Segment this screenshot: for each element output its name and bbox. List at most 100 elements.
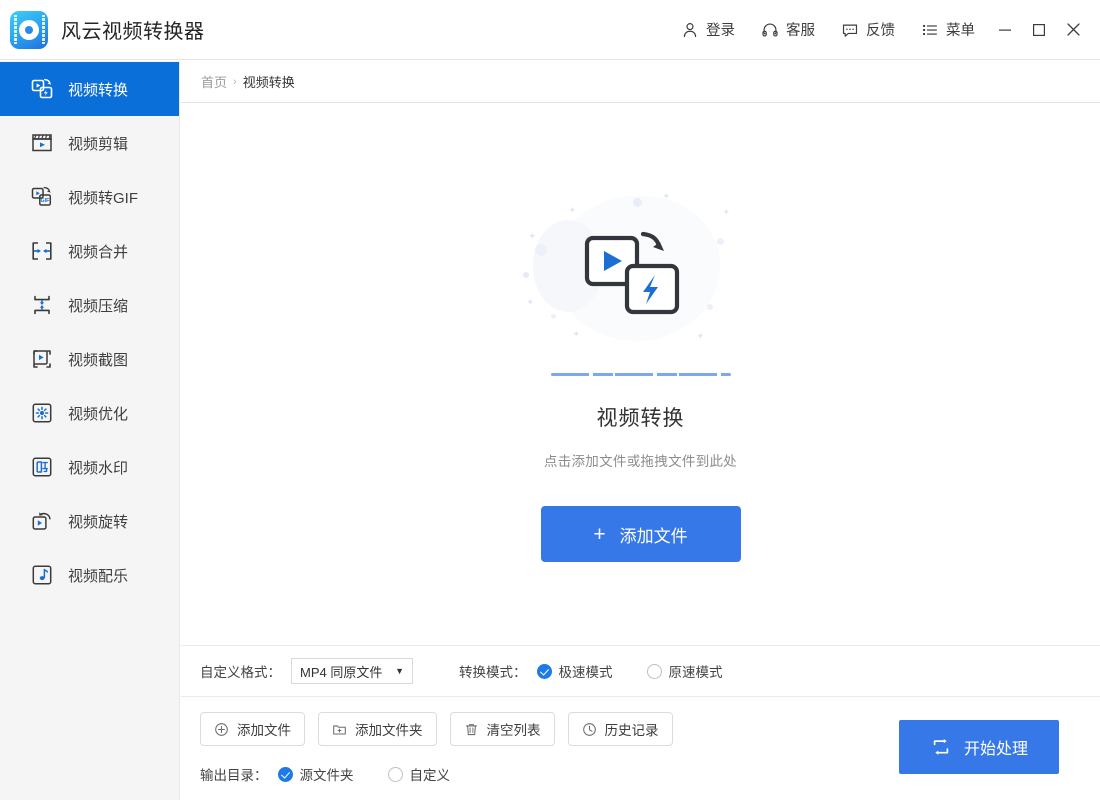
menu-label: 菜单 bbox=[946, 19, 975, 40]
headset-icon bbox=[761, 21, 779, 39]
app-window: 风云视频转换器 登录 客服 bbox=[0, 0, 1100, 800]
video-convert-illustration-icon: ✦ ✦ ✦ ✦ ✦ ✦ ✦ bbox=[511, 186, 771, 366]
format-select-value: MP4 同原文件 bbox=[300, 662, 382, 681]
video-to-gif-icon: GIF bbox=[30, 185, 54, 209]
sidebar-item-label: 视频合并 bbox=[68, 241, 128, 262]
sidebar-item-label: 视频转GIF bbox=[68, 187, 138, 208]
format-row: 自定义格式： MP4 同原文件 ▼ 转换模式： 极速模式 原速模式 bbox=[181, 645, 1100, 697]
radio-checked-icon bbox=[278, 767, 293, 782]
file-drop-area[interactable]: ✦ ✦ ✦ ✦ ✦ ✦ ✦ 视频转换 点击添加文件或拖拽文件到此处 + 添加文件 bbox=[181, 104, 1100, 644]
convert-cards-icon bbox=[581, 226, 701, 326]
sidebar-item-label: 视频水印 bbox=[68, 457, 128, 478]
sidebar: 视频转换 视频剪辑 GIF 视频转GIF bbox=[0, 61, 180, 800]
radio-unchecked-icon bbox=[647, 664, 662, 679]
video-watermark-icon bbox=[30, 455, 54, 479]
format-select[interactable]: MP4 同原文件 ▼ bbox=[291, 658, 413, 684]
video-clip-icon bbox=[30, 131, 54, 155]
support-label: 客服 bbox=[786, 19, 815, 40]
loop-arrows-icon bbox=[930, 736, 952, 758]
video-rotate-icon bbox=[30, 509, 54, 533]
sidebar-item-video-to-gif[interactable]: GIF 视频转GIF bbox=[0, 170, 179, 224]
list-menu-icon bbox=[921, 21, 939, 39]
bottom-bar: 添加文件 添加文件夹 清空列表 bbox=[181, 698, 1100, 800]
mode-radio-normal-label: 原速模式 bbox=[669, 661, 723, 681]
start-processing-label: 开始处理 bbox=[964, 735, 1028, 759]
sidebar-item-label: 视频截图 bbox=[68, 349, 128, 370]
chevron-down-icon: ▼ bbox=[395, 666, 404, 676]
add-file-primary-button[interactable]: + 添加文件 bbox=[541, 506, 741, 562]
drop-subtitle: 点击添加文件或拖拽文件到此处 bbox=[544, 450, 737, 470]
breadcrumb-current: 视频转换 bbox=[243, 72, 295, 91]
feedback-button[interactable]: 反馈 bbox=[828, 0, 908, 60]
history-button-label: 历史记录 bbox=[605, 719, 659, 739]
video-music-icon bbox=[30, 563, 54, 587]
sidebar-item-label: 视频剪辑 bbox=[68, 133, 128, 154]
plus-icon: + bbox=[593, 524, 605, 545]
titlebar-actions: 登录 客服 反馈 bbox=[668, 0, 1100, 60]
output-radio-custom[interactable]: 自定义 bbox=[388, 764, 451, 784]
add-file-button[interactable]: 添加文件 bbox=[200, 712, 305, 746]
title-bar: 风云视频转换器 登录 客服 bbox=[0, 0, 1100, 60]
close-button[interactable] bbox=[1056, 0, 1090, 60]
support-button[interactable]: 客服 bbox=[748, 0, 828, 60]
mode-label: 转换模式： bbox=[459, 661, 527, 681]
drop-title: 视频转换 bbox=[597, 402, 685, 432]
add-folder-button[interactable]: 添加文件夹 bbox=[318, 712, 437, 746]
sidebar-item-video-clip[interactable]: 视频剪辑 bbox=[0, 116, 179, 170]
minimize-icon bbox=[997, 22, 1013, 38]
add-folder-button-label: 添加文件夹 bbox=[355, 719, 423, 739]
breadcrumb: 首页 › 视频转换 bbox=[181, 61, 1100, 103]
video-compress-icon bbox=[30, 293, 54, 317]
clock-icon bbox=[582, 722, 597, 737]
output-radio-source-folder[interactable]: 源文件夹 bbox=[278, 764, 354, 784]
history-button[interactable]: 历史记录 bbox=[568, 712, 673, 746]
breadcrumb-home[interactable]: 首页 bbox=[201, 72, 227, 91]
menu-button[interactable]: 菜单 bbox=[908, 0, 988, 60]
film-disc-logo-icon bbox=[10, 11, 48, 49]
start-processing-button[interactable]: 开始处理 bbox=[899, 720, 1059, 774]
sidebar-item-label: 视频压缩 bbox=[68, 295, 128, 316]
sidebar-item-video-compress[interactable]: 视频压缩 bbox=[0, 278, 179, 332]
sidebar-item-video-music[interactable]: 视频配乐 bbox=[0, 548, 179, 602]
trash-icon bbox=[464, 722, 479, 737]
sidebar-item-label: 视频转换 bbox=[68, 79, 128, 100]
radio-checked-icon bbox=[537, 664, 552, 679]
maximize-icon bbox=[1031, 22, 1047, 38]
mode-radio-normal[interactable]: 原速模式 bbox=[647, 661, 723, 681]
sidebar-item-video-merge[interactable]: 视频合并 bbox=[0, 224, 179, 278]
plus-circle-icon bbox=[214, 722, 229, 737]
app-title: 风云视频转换器 bbox=[61, 15, 205, 44]
breadcrumb-separator-icon: › bbox=[233, 76, 237, 88]
video-merge-icon bbox=[30, 239, 54, 263]
sidebar-item-label: 视频配乐 bbox=[68, 565, 128, 586]
output-radio-custom-label: 自定义 bbox=[410, 764, 451, 784]
video-screenshot-icon bbox=[30, 347, 54, 371]
mode-radio-fast[interactable]: 极速模式 bbox=[537, 661, 613, 681]
login-button[interactable]: 登录 bbox=[668, 0, 748, 60]
clear-list-button-label: 清空列表 bbox=[487, 719, 541, 739]
sidebar-item-video-rotate[interactable]: 视频旋转 bbox=[0, 494, 179, 548]
radio-unchecked-icon bbox=[388, 767, 403, 782]
sidebar-item-video-watermark[interactable]: 视频水印 bbox=[0, 440, 179, 494]
sidebar-item-label: 视频优化 bbox=[68, 403, 128, 424]
user-icon bbox=[681, 21, 699, 39]
sidebar-item-video-enhance[interactable]: 视频优化 bbox=[0, 386, 179, 440]
svg-text:GIF: GIF bbox=[41, 198, 50, 204]
speech-bubble-icon bbox=[841, 21, 859, 39]
sidebar-item-video-convert[interactable]: 视频转换 bbox=[0, 62, 179, 116]
sidebar-item-video-screenshot[interactable]: 视频截图 bbox=[0, 332, 179, 386]
output-directory-label: 输出目录： bbox=[200, 764, 268, 784]
sidebar-item-label: 视频旋转 bbox=[68, 511, 128, 532]
login-label: 登录 bbox=[706, 19, 735, 40]
feedback-label: 反馈 bbox=[866, 19, 895, 40]
maximize-button[interactable] bbox=[1022, 0, 1056, 60]
clear-list-button[interactable]: 清空列表 bbox=[450, 712, 555, 746]
conversion-mode-group: 转换模式： 极速模式 原速模式 bbox=[459, 661, 723, 681]
minimize-button[interactable] bbox=[988, 0, 1022, 60]
video-convert-icon bbox=[30, 77, 54, 101]
output-radio-source-folder-label: 源文件夹 bbox=[300, 764, 354, 784]
format-label: 自定义格式： bbox=[200, 661, 281, 681]
add-file-button-label: 添加文件 bbox=[237, 719, 291, 739]
folder-plus-icon bbox=[332, 722, 347, 737]
illustration-underline bbox=[551, 373, 731, 376]
